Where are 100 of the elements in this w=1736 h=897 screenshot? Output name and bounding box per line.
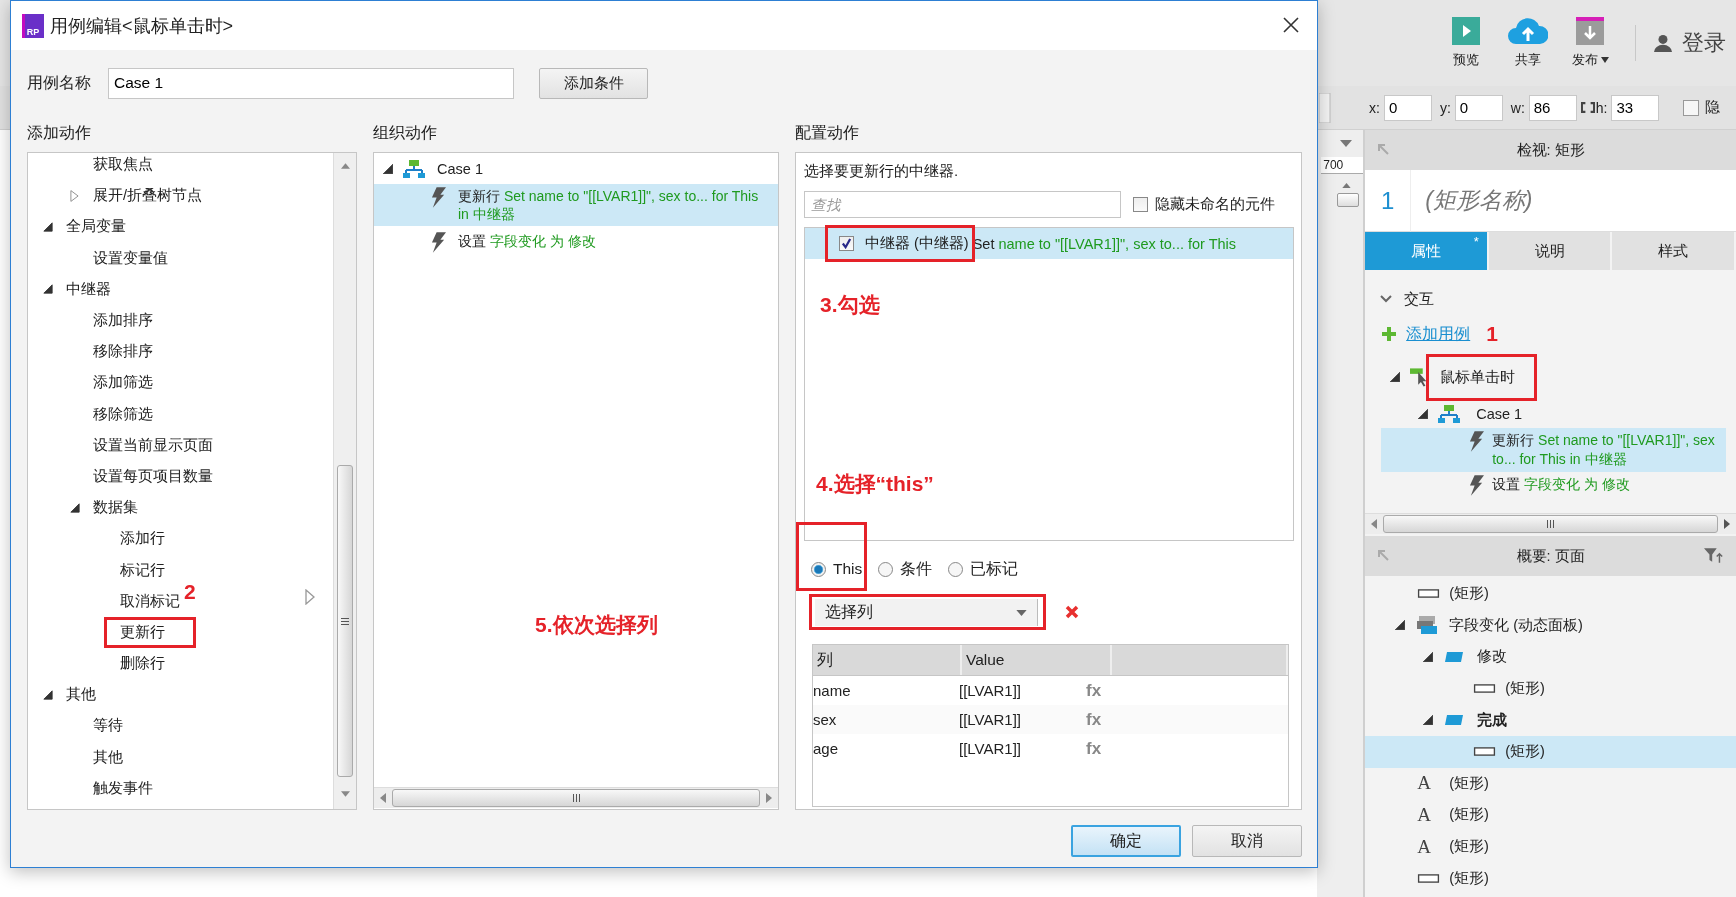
filter-icon[interactable] bbox=[1704, 548, 1724, 563]
geometry-field[interactable]: 33 bbox=[1611, 94, 1660, 121]
action-row[interactable]: 设置 字段变化 为 修改 bbox=[1381, 472, 1726, 499]
ruler-label: 700 bbox=[1321, 157, 1364, 174]
checkbox[interactable] bbox=[1133, 197, 1148, 212]
scroll-down-icon[interactable] bbox=[340, 791, 350, 797]
action-item[interactable]: 更新行 bbox=[120, 623, 165, 640]
action-item[interactable]: 等待 bbox=[93, 717, 123, 734]
outline-row[interactable]: A (矩形) bbox=[1365, 830, 1736, 863]
action-item[interactable]: 设置当前显示页面 bbox=[93, 436, 213, 453]
scrollbar-thumb[interactable] bbox=[337, 465, 353, 777]
expanded-triangle-icon[interactable] bbox=[383, 163, 393, 174]
action-item[interactable]: 获取焦点 bbox=[93, 156, 153, 173]
scroll-up-icon[interactable] bbox=[340, 163, 350, 169]
expanded-triangle-icon[interactable] bbox=[1390, 372, 1401, 382]
action-item[interactable]: 设置变量值 bbox=[93, 249, 168, 266]
lightning-icon bbox=[431, 232, 446, 253]
expanded-triangle-icon[interactable] bbox=[43, 284, 53, 295]
radio-button[interactable]: This bbox=[811, 560, 863, 578]
action-item[interactable]: 展开/折叠树节点 bbox=[93, 187, 203, 204]
action-item[interactable]: 添加筛选 bbox=[93, 374, 153, 391]
action-item[interactable]: 删除行 bbox=[120, 655, 165, 672]
scroll-up-icon[interactable] bbox=[1342, 183, 1352, 188]
scrollbar-thumb[interactable] bbox=[392, 789, 760, 807]
action-row[interactable]: 更新行 Set name to "[[LVAR1]]", sex to... for This in 中继器 bbox=[1381, 428, 1726, 472]
outline-row[interactable]: 字段变化 (动态面板) bbox=[1365, 609, 1736, 642]
tab[interactable]: 样式 bbox=[1612, 232, 1736, 270]
collapsed-triangle-icon[interactable] bbox=[70, 189, 79, 202]
tab[interactable]: 说明 bbox=[1488, 232, 1613, 270]
table-cell-text: age bbox=[813, 740, 840, 757]
section-title: 添加动作 bbox=[27, 123, 92, 143]
case-name-field[interactable]: Case 1 bbox=[108, 67, 514, 99]
action-row[interactable]: 更新行 Set name to "[[LVAR1]]", sex to... for This in 中继器 bbox=[374, 184, 778, 226]
name-field[interactable]: (矩形名称) bbox=[1411, 170, 1736, 232]
outline-row[interactable]: (矩形) bbox=[1365, 862, 1736, 894]
outline-row[interactable]: 修改 bbox=[1365, 641, 1736, 673]
expanded-triangle-icon[interactable] bbox=[1423, 715, 1434, 726]
expanded-triangle-icon[interactable] bbox=[1423, 652, 1434, 662]
expanded-triangle-icon[interactable] bbox=[1418, 409, 1429, 419]
toolbar-button[interactable]: 发布 bbox=[1559, 17, 1621, 69]
checkbox[interactable] bbox=[1683, 99, 1700, 116]
outline-row[interactable]: (矩形) bbox=[1365, 578, 1736, 610]
action-item[interactable]: 其他 bbox=[93, 748, 123, 765]
plus-icon[interactable] bbox=[1382, 327, 1397, 341]
outline-row[interactable]: (矩形) bbox=[1365, 672, 1736, 705]
expanded-triangle-icon[interactable] bbox=[43, 221, 53, 232]
scroll-right-icon[interactable] bbox=[766, 793, 772, 803]
radio-button[interactable]: 已标记 bbox=[948, 558, 1019, 580]
event-label[interactable]: 鼠标单击时 bbox=[1440, 368, 1516, 385]
action-item[interactable]: 移除排序 bbox=[93, 343, 153, 360]
caret-icon[interactable] bbox=[1340, 140, 1353, 147]
outline-row[interactable]: A (矩形) bbox=[1365, 767, 1736, 800]
radio-button[interactable]: 条件 bbox=[878, 558, 933, 580]
column-dropdown[interactable]: 选择列 bbox=[815, 598, 1038, 626]
action-item[interactable]: 中继器 bbox=[66, 280, 111, 297]
action-item[interactable]: 取消标记 bbox=[120, 592, 180, 609]
close-icon[interactable] bbox=[1283, 17, 1299, 33]
checkbox[interactable] bbox=[839, 236, 854, 251]
outline-row[interactable]: A (矩形) bbox=[1365, 799, 1736, 831]
chevron-icon[interactable] bbox=[1380, 295, 1393, 303]
action-item[interactable]: 移除筛选 bbox=[93, 405, 153, 422]
action-item[interactable]: 触发事件 bbox=[93, 779, 153, 796]
action-item[interactable]: 其他 bbox=[66, 686, 96, 703]
add-condition-button[interactable]: 添加条件 bbox=[539, 67, 648, 99]
scrollbar-thumb[interactable] bbox=[1383, 515, 1718, 533]
widget-number: 1 bbox=[1365, 170, 1412, 232]
case-label[interactable]: Case 1 bbox=[1476, 406, 1523, 422]
geometry-field[interactable]: 86 bbox=[1528, 94, 1577, 121]
expanded-triangle-icon[interactable] bbox=[70, 502, 80, 513]
scroll-left-icon[interactable] bbox=[380, 793, 386, 803]
action-item[interactable]: 添加排序 bbox=[93, 312, 153, 329]
outline-row[interactable]: 完成 bbox=[1365, 704, 1736, 736]
geometry-field[interactable]: 0 bbox=[1383, 94, 1432, 121]
delete-icon[interactable] bbox=[1065, 605, 1079, 619]
toolbar-button[interactable]: 预览 bbox=[1435, 17, 1497, 69]
formula-button[interactable]: fx bbox=[1086, 738, 1126, 759]
login-button[interactable]: 登录 bbox=[1654, 28, 1726, 58]
scrollbar-track[interactable] bbox=[333, 153, 356, 809]
action-item[interactable]: 添加行 bbox=[120, 530, 165, 547]
action-item[interactable]: 设置每页项目数量 bbox=[93, 467, 213, 484]
scroll-left-icon[interactable] bbox=[1371, 519, 1378, 529]
expanded-triangle-icon[interactable] bbox=[43, 689, 53, 700]
toolbar-button[interactable]: 共享 bbox=[1497, 17, 1559, 69]
action-item[interactable]: 标记行 bbox=[120, 561, 165, 578]
link-icon[interactable] bbox=[1580, 102, 1595, 113]
cancel-button[interactable]: 取消 bbox=[1192, 825, 1302, 857]
scrollbar-thumb[interactable] bbox=[1337, 193, 1360, 207]
action-item[interactable]: 全局变量 bbox=[66, 218, 126, 235]
ok-button[interactable]: 确定 bbox=[1071, 825, 1181, 857]
scroll-right-icon[interactable] bbox=[1724, 519, 1730, 529]
collapsed-triangle-icon[interactable] bbox=[305, 589, 315, 605]
geometry-field[interactable]: 0 bbox=[1454, 94, 1503, 121]
outline-row[interactable]: (矩形) bbox=[1365, 735, 1736, 768]
search-field[interactable]: 查找 bbox=[804, 191, 1121, 218]
expanded-triangle-icon[interactable] bbox=[1395, 620, 1406, 631]
action-row[interactable]: 设置 字段变化 为 修改 bbox=[374, 226, 778, 256]
formula-button[interactable]: fx bbox=[1086, 680, 1126, 701]
action-item[interactable]: 数据集 bbox=[93, 499, 138, 516]
field-label: 用例名称 bbox=[27, 72, 92, 93]
case-label[interactable]: Case 1 bbox=[437, 160, 483, 177]
